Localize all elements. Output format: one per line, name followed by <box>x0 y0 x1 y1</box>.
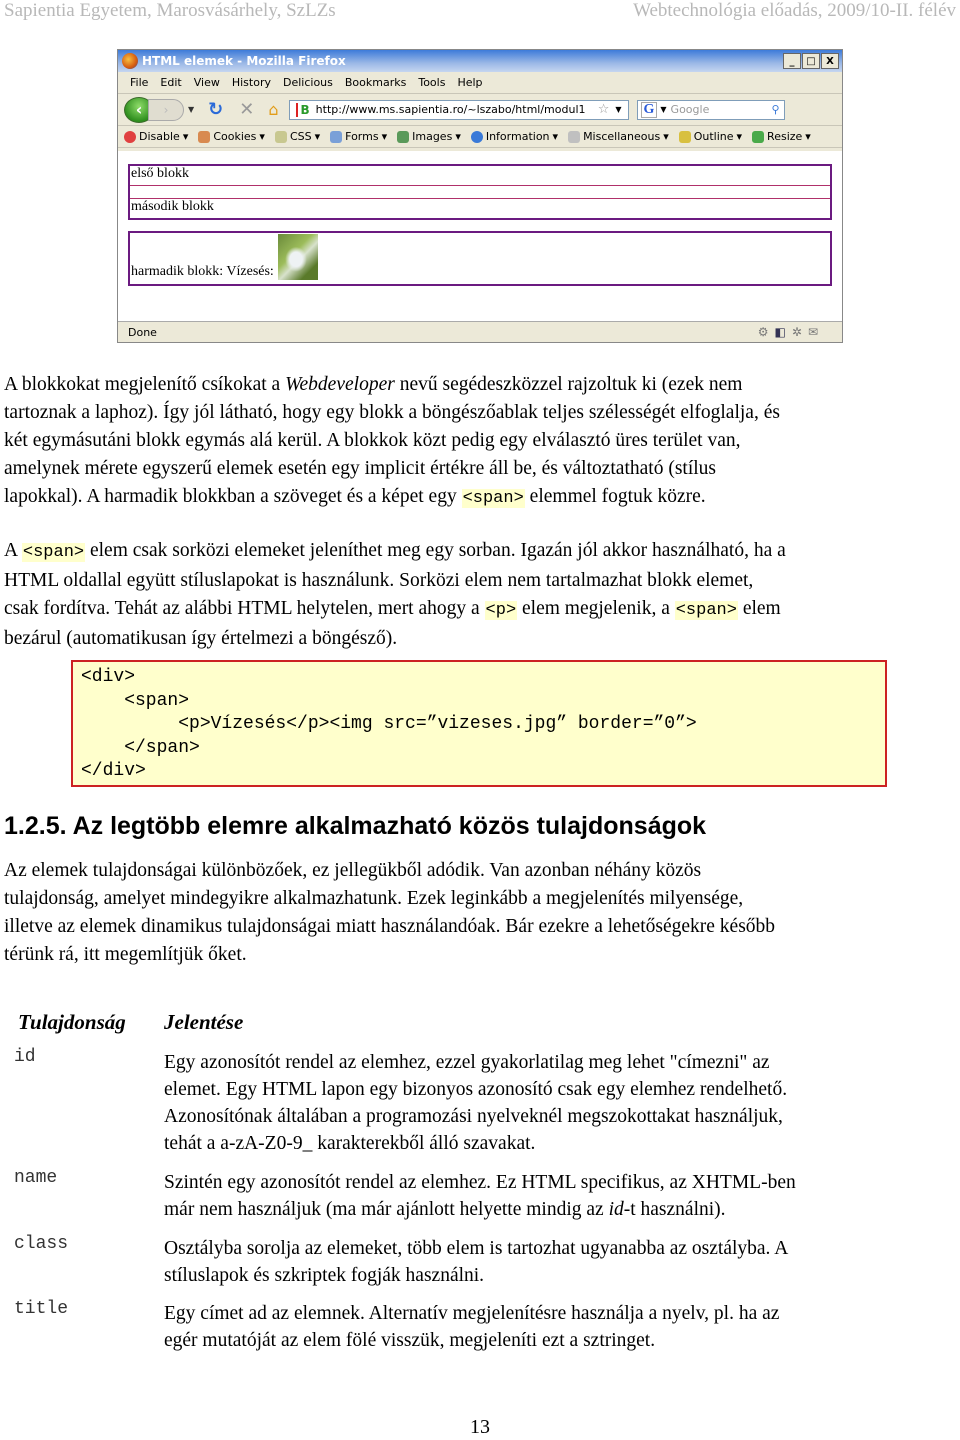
url-bar[interactable]: B http://www.ms.sapientia.ro/~lszabo/htm… <box>288 99 629 120</box>
forms-icon <box>330 130 343 143</box>
inline-code: <span> <box>674 601 738 620</box>
paragraph-2: A <span> elem csak sorközi elemeket jele… <box>4 540 786 649</box>
miscellaneous-icon <box>568 130 581 143</box>
code-example: <div> <span> <p>Vízesés</p><img src=”viz… <box>71 660 887 787</box>
window-title: HTML elemek - Mozilla Firefox <box>142 54 346 68</box>
images-icon <box>397 130 410 143</box>
status-bar: Done ⚙ ◧ ✲ ✉ <box>118 321 842 342</box>
property-class: class <box>14 1234 69 1254</box>
outlined-blocks: első blokk második blokk <box>128 164 832 220</box>
firefox-logo-icon <box>122 53 138 69</box>
menu-view[interactable]: View <box>190 76 228 89</box>
first-block: első blokk <box>130 166 830 186</box>
outline-icon <box>678 130 691 143</box>
page-number: 13 <box>470 1416 490 1438</box>
resize-icon <box>752 130 765 143</box>
stop-icon[interactable]: ✕ <box>239 99 254 120</box>
wd-forms-button[interactable]: Forms ▾ <box>330 130 387 143</box>
property-name-description: Szintén egy azonosítót rendel az elemhez… <box>164 1172 796 1220</box>
menu-tools[interactable]: Tools <box>414 76 453 89</box>
menu-edit[interactable]: Edit <box>156 76 189 89</box>
history-dropdown-icon[interactable]: ▼ <box>188 105 194 114</box>
cookies-icon <box>198 130 211 143</box>
mail-icon[interactable]: ✉ <box>808 325 818 339</box>
waterfall-image <box>277 234 318 280</box>
inline-code: <p> <box>484 601 518 620</box>
site-favicon-icon: B <box>295 102 310 117</box>
block-separator <box>130 186 830 199</box>
second-block: második blokk <box>131 199 214 214</box>
property-title-description: Egy címet ad az elemnek. Alternatív megj… <box>164 1303 780 1351</box>
wd-information-button[interactable]: Information ▾ <box>470 130 558 143</box>
browser-screenshot: HTML elemek - Mozilla Firefox _ □ X File… <box>117 49 843 343</box>
webdev-status-icon[interactable]: ◧ <box>775 325 786 339</box>
property-title: title <box>14 1299 69 1319</box>
inline-code: <span> <box>461 489 525 508</box>
wd-outline-button[interactable]: Outline ▾ <box>678 130 742 143</box>
reload-icon[interactable]: ↻ <box>208 99 223 120</box>
wd-images-button[interactable]: Images ▾ <box>397 130 461 143</box>
table-header-property: Tulajdonság <box>18 1010 126 1034</box>
menu-bookmarks[interactable]: Bookmarks <box>341 76 414 89</box>
table-header-meaning: Jelentése <box>164 1010 244 1034</box>
status-text: Done <box>128 325 157 339</box>
search-input[interactable]: Google <box>671 103 772 116</box>
close-button[interactable]: X <box>821 53 839 69</box>
header-left: Sapientia Egyetem, Marosvásárhely, SzLZs <box>4 0 336 21</box>
browser-content: első blokk második blokk harmadik blokk:… <box>118 151 842 321</box>
wd-resize-button[interactable]: Resize ▾ <box>752 130 811 143</box>
third-block-text: harmadik blokk: Vízesés: <box>131 264 274 279</box>
engine-dropdown-icon[interactable]: ▼ <box>660 105 666 114</box>
search-box[interactable]: G ▼ Google ⚲ <box>636 99 785 120</box>
property-id: id <box>14 1047 36 1067</box>
forward-button[interactable]: › <box>148 98 184 121</box>
wd-cookies-button[interactable]: Cookies ▾ <box>198 130 265 143</box>
paragraph-1: A blokkokat megjelenítő csíkokat a Webde… <box>4 374 780 508</box>
browser-title-bar: HTML elemek - Mozilla Firefox _ □ X <box>118 50 842 72</box>
search-icon[interactable]: ⚲ <box>771 103 779 116</box>
css-icon <box>274 130 287 143</box>
google-engine-icon[interactable]: G <box>640 101 658 118</box>
third-block: harmadik blokk: Vízesés: <box>128 231 832 286</box>
maximize-button[interactable]: □ <box>802 53 820 69</box>
property-id-description: Egy azonosítót rendel az elemhez, ezzel … <box>164 1052 788 1154</box>
header-right: Webtechnológia előadás, 2009/10-II. félé… <box>633 0 956 21</box>
menu-delicious[interactable]: Delicious <box>279 76 341 89</box>
property-name: name <box>14 1168 58 1188</box>
property-class-description: Osztályba sorolja az elemeket, több elem… <box>164 1238 789 1286</box>
home-icon[interactable]: ⌂ <box>268 100 278 119</box>
webdeveloper-toolbar: Disable ▾ Cookies ▾ CSS ▾ Forms ▾ Images ▾ In… <box>118 126 842 148</box>
information-icon <box>470 130 483 143</box>
snowflake-icon[interactable]: ✲ <box>792 325 802 339</box>
wd-disable-button[interactable]: Disable ▾ <box>124 130 188 143</box>
gear-icon[interactable]: ⚙ <box>758 325 769 339</box>
menu-help[interactable]: Help <box>453 76 490 89</box>
page-header: Sapientia Egyetem, Marosvásárhely, SzLZs… <box>0 0 960 24</box>
menu-file[interactable]: File <box>126 76 156 89</box>
wd-miscellaneous-button[interactable]: Miscellaneous ▾ <box>568 130 669 143</box>
menu-history[interactable]: History <box>228 76 279 89</box>
inline-code: <span> <box>21 543 86 562</box>
disable-icon <box>124 130 136 143</box>
section-heading: 1.2.5. Az legtöbb elemre alkalmazható kö… <box>4 812 707 840</box>
section-intro: Az elemek tulajdonságai különbözőek, ez … <box>4 860 776 965</box>
wd-css-button[interactable]: CSS ▾ <box>274 130 320 143</box>
navigation-toolbar: ‹ › ▼ ↻ ✕ ⌂ B http://www.ms.sapientia.ro… <box>118 94 842 126</box>
url-dropdown-icon[interactable]: ▼ <box>615 105 621 114</box>
menu-bar: File Edit View History Delicious Bookmar… <box>118 72 842 94</box>
bookmark-star-icon[interactable]: ☆ <box>598 102 610 117</box>
minimize-button[interactable]: _ <box>783 53 801 69</box>
url-text[interactable]: http://www.ms.sapientia.ro/~lszabo/html/… <box>316 103 598 116</box>
